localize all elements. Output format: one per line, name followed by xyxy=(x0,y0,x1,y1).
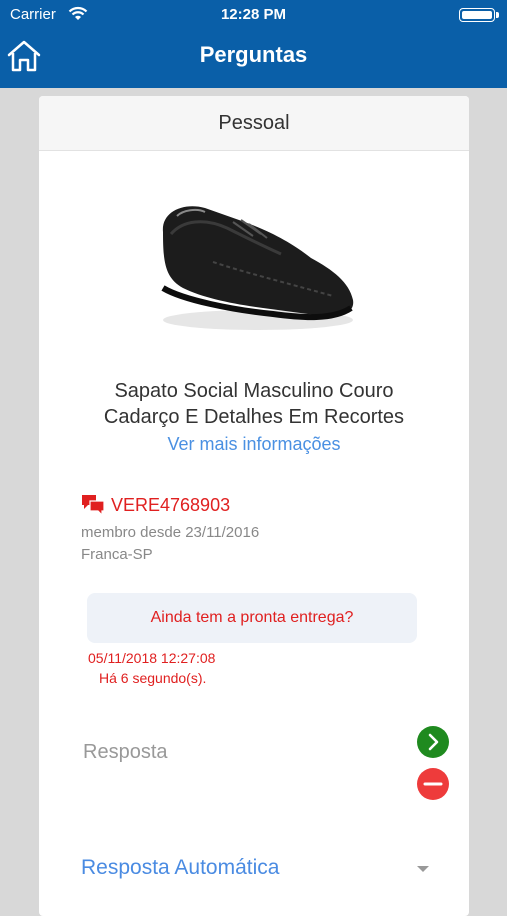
send-answer-button[interactable] xyxy=(417,726,449,758)
app-header: Carrier 12:28 PM Perguntas xyxy=(0,0,507,88)
page-title: Perguntas xyxy=(199,42,308,67)
product-title-line2: Cadarço E Detalhes Em Recortes xyxy=(103,406,405,428)
question-time-ago: Há 6 segundo(s). xyxy=(99,670,207,686)
status-bar: Carrier 12:28 PM xyxy=(0,0,507,30)
user-location: Franca-SP xyxy=(81,546,153,563)
more-info-link[interactable]: Ver mais informações xyxy=(39,434,469,455)
username[interactable]: VERE4768903 xyxy=(111,495,230,516)
minus-icon xyxy=(423,782,443,786)
auto-answer-dropdown[interactable]: Resposta Automática xyxy=(81,856,441,888)
question-date: 05/11/2018 12:27:08 xyxy=(88,650,216,666)
question-card: Pessoal Sapato Social Masculino Couro Ca… xyxy=(39,96,469,916)
answer-input[interactable] xyxy=(83,732,403,772)
chevron-right-icon xyxy=(428,733,439,751)
status-time: 12:28 PM xyxy=(220,6,287,23)
auto-answer-label: Resposta Automática xyxy=(81,856,280,879)
chat-bubbles-icon xyxy=(82,495,105,516)
battery-icon xyxy=(459,8,499,22)
product-title: Sapato Social Masculino Couro Cadarço E … xyxy=(39,378,469,430)
caret-down-icon xyxy=(417,866,429,872)
card-header: Pessoal xyxy=(39,96,469,151)
member-since: membro desde 23/11/2016 xyxy=(81,524,260,541)
product-title-line1: Sapato Social Masculino Couro xyxy=(114,380,394,402)
product-image[interactable] xyxy=(143,192,363,342)
discard-answer-button[interactable] xyxy=(417,768,449,800)
question-bubble: Ainda tem a pronta entrega? xyxy=(87,593,417,643)
